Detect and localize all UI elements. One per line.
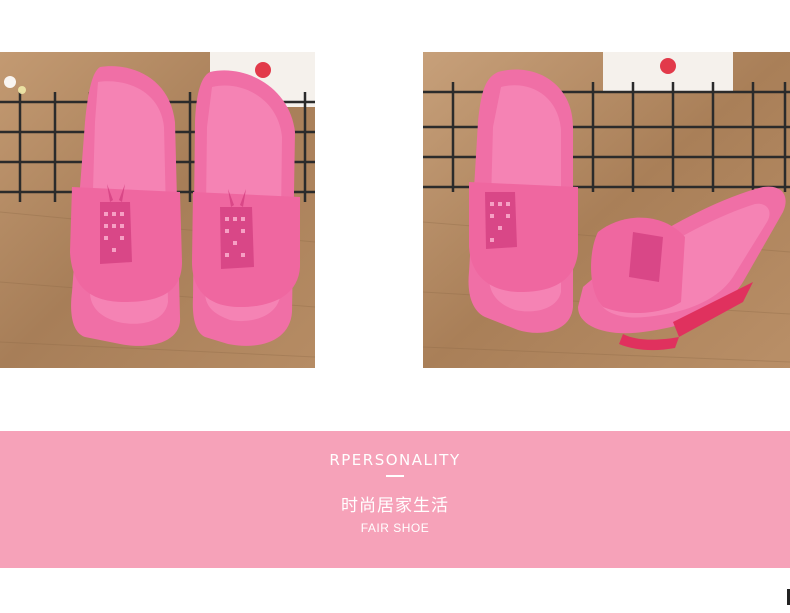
- product-photo-side: [423, 52, 790, 368]
- banner-subtitle-en: FAIR SHOE: [360, 521, 430, 535]
- banner: RPERSONALITY 时尚居家生活 FAIR SHOE: [0, 431, 790, 568]
- banner-subtitle-cn: 时尚居家生活: [341, 496, 449, 516]
- slippers-front-image: [0, 52, 315, 368]
- slippers-side-image: [423, 52, 790, 368]
- banner-divider: [386, 475, 404, 477]
- product-photo-front: [0, 52, 315, 368]
- banner-title: RPERSONALITY: [329, 451, 461, 469]
